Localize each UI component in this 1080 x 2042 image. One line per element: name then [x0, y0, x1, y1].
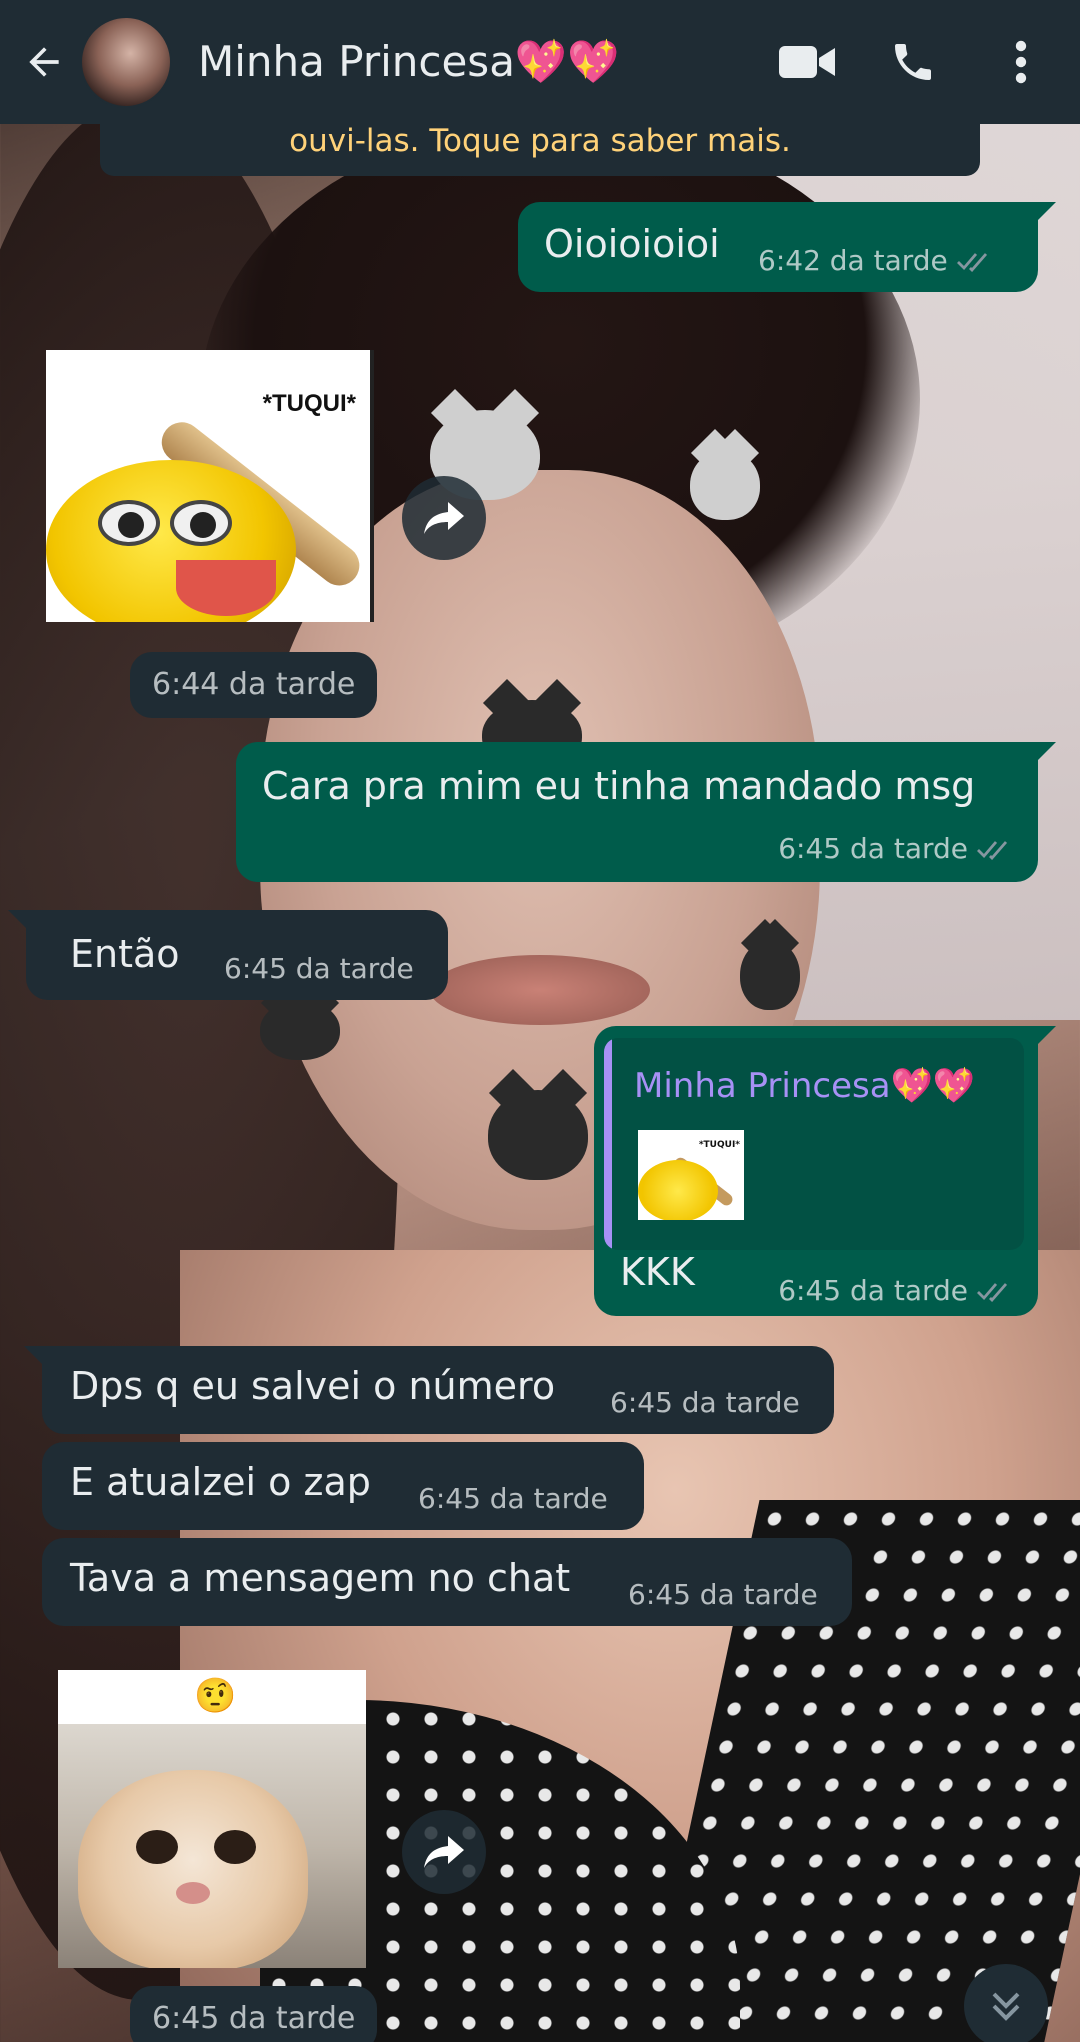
more-options-icon[interactable]	[976, 17, 1066, 107]
quoted-sender: Minha Princesa💖💖	[634, 1066, 976, 1106]
read-ticks-icon	[976, 834, 1014, 867]
message-time: 6:45 da tarde	[628, 1578, 818, 1611]
double-chevron-down-icon	[992, 1992, 1020, 2021]
sticker-time: 6:44 da tarde	[130, 652, 378, 718]
incoming-message[interactable]: Dps q eu salvei o número 6:45 da tarde	[24, 1346, 834, 1434]
scroll-to-bottom-button[interactable]	[964, 1964, 1048, 2042]
forward-icon[interactable]	[402, 1810, 486, 1894]
message-text: Tava a mensagem no chat	[70, 1556, 571, 1600]
quoted-sticker-thumbnail: *TUQUI*	[638, 1130, 744, 1220]
outgoing-message[interactable]: Oioioioioi 6:42 da tarde	[518, 202, 1056, 292]
read-ticks-icon	[956, 246, 994, 279]
sticker-message[interactable]: 🤨	[58, 1670, 366, 1968]
contact-name[interactable]: Minha Princesa💖💖	[198, 37, 762, 87]
incoming-message[interactable]: Então 6:45 da tarde	[8, 910, 448, 1000]
incoming-message[interactable]: Tava a mensagem no chat 6:45 da tarde	[42, 1538, 852, 1626]
message-time: 6:42 da tarde	[758, 244, 994, 279]
contact-avatar[interactable]	[80, 16, 172, 108]
chat-header: Minha Princesa💖💖	[0, 0, 1080, 124]
sticker-message[interactable]: *TUQUI*	[46, 350, 374, 622]
message-text: KKK	[620, 1250, 695, 1294]
message-text: E atualzei o zap	[70, 1460, 371, 1504]
incoming-message[interactable]: E atualzei o zap 6:45 da tarde	[42, 1442, 644, 1530]
message-text: Então	[70, 932, 180, 976]
message-time: 6:45 da tarde	[418, 1482, 608, 1515]
sticker-caption: *TUQUI*	[262, 390, 356, 417]
message-time: 6:45 da tarde	[778, 1274, 1014, 1309]
forward-icon[interactable]	[402, 476, 486, 560]
read-ticks-icon	[976, 1276, 1014, 1309]
back-arrow-icon[interactable]	[14, 32, 74, 92]
outgoing-reply-message[interactable]: Minha Princesa💖💖 *TUQUI* KKK 6:45 da tar…	[594, 1026, 1056, 1316]
message-time: 6:45 da tarde	[610, 1386, 800, 1419]
message-text: Cara pra mim eu tinha mandado msg	[262, 764, 976, 808]
message-time: 6:45 da tarde	[224, 952, 414, 985]
cat-image	[78, 1770, 308, 1968]
sticker-time: 6:45 da tarde	[130, 1986, 378, 2042]
message-text: Oioioioioi	[544, 222, 720, 266]
message-text: Dps q eu salvei o número	[70, 1364, 556, 1408]
quoted-message[interactable]: Minha Princesa💖💖 *TUQUI*	[604, 1038, 1024, 1250]
message-time: 6:45 da tarde	[778, 832, 1014, 867]
video-call-icon[interactable]	[762, 17, 852, 107]
outgoing-message[interactable]: Cara pra mim eu tinha mandado msg 6:45 d…	[236, 742, 1056, 882]
sticker-emoji: 🤨	[194, 1676, 237, 1716]
voice-call-icon[interactable]	[868, 17, 958, 107]
